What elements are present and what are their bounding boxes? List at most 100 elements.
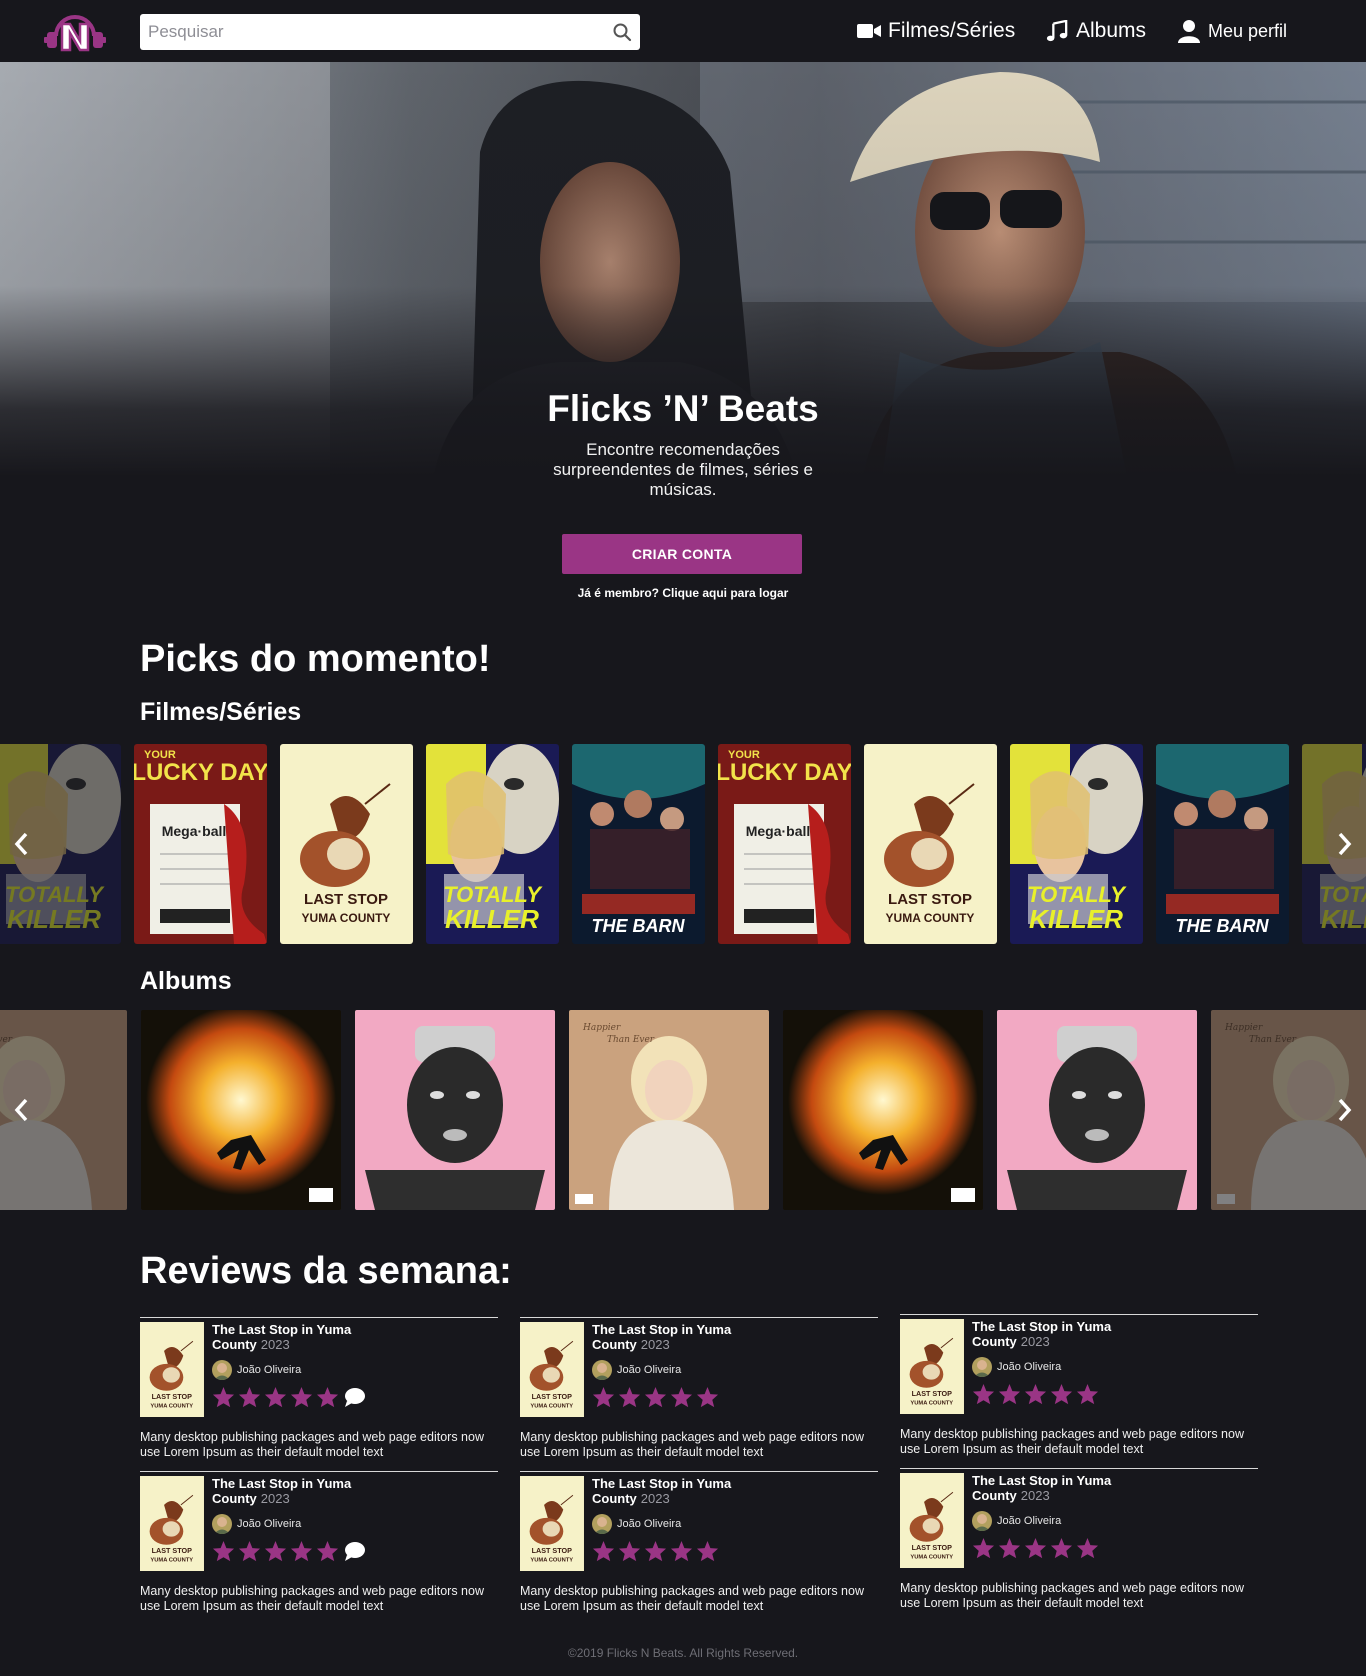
svg-text:YUMA COUNTY: YUMA COUNTY bbox=[150, 1404, 193, 1410]
star-icon bbox=[290, 1386, 313, 1408]
chevron-right-icon[interactable] bbox=[1330, 1090, 1360, 1130]
albums-section-title: Albums bbox=[140, 967, 232, 995]
review-username: João Oliveira bbox=[237, 1364, 302, 1376]
star-icon bbox=[290, 1540, 313, 1562]
chevron-right-icon[interactable] bbox=[1330, 824, 1360, 864]
svg-text:Mega·ball: Mega·ball bbox=[162, 823, 227, 839]
star-rating bbox=[212, 1386, 366, 1408]
review-year: 2023 bbox=[640, 1491, 670, 1506]
star-icon bbox=[1050, 1383, 1073, 1405]
review-poster[interactable]: LAST STOP YUMA COUNTY bbox=[900, 1473, 964, 1568]
review-user[interactable]: João Oliveira bbox=[972, 1511, 1061, 1531]
avatar[interactable] bbox=[212, 1360, 232, 1380]
review-card[interactable]: LAST STOP YUMA COUNTY The Last Stop in Yum… bbox=[520, 1317, 878, 1463]
star-rating bbox=[972, 1383, 1102, 1405]
review-title[interactable]: The Last Stop in Yuma County 2023 bbox=[592, 1476, 792, 1506]
svg-text:YUMA COUNTY: YUMA COUNTY bbox=[910, 1555, 953, 1561]
svg-text:LUCKY DAY: LUCKY DAY bbox=[718, 759, 851, 786]
review-user[interactable]: João Oliveira bbox=[212, 1360, 301, 1380]
svg-text:LAST STOP: LAST STOP bbox=[888, 891, 972, 908]
films-carousel: TOTALLY KILLER YOUR LUCKY DAY Mega·ball LAST … bbox=[0, 744, 1366, 944]
star-icon bbox=[644, 1386, 667, 1408]
film-poster[interactable]: THE BARN bbox=[1156, 744, 1289, 944]
svg-text:KILLER: KILLER bbox=[1029, 904, 1123, 934]
review-card[interactable]: LAST STOP YUMA COUNTY The Last Stop in Yum… bbox=[900, 1314, 1258, 1460]
star-icon bbox=[1076, 1383, 1099, 1405]
avatar[interactable] bbox=[592, 1514, 612, 1534]
review-title[interactable]: The Last Stop in Yuma County 2023 bbox=[212, 1322, 412, 1352]
nav-films-link[interactable]: Filmes/Séries bbox=[856, 16, 1015, 46]
search-input[interactable] bbox=[140, 14, 640, 50]
nav-profile-link[interactable]: Meu perfil bbox=[1176, 16, 1287, 46]
review-username: João Oliveira bbox=[997, 1515, 1062, 1527]
svg-text:YUMA COUNTY: YUMA COUNTY bbox=[530, 1558, 573, 1564]
film-poster[interactable]: THE BARN bbox=[572, 744, 705, 944]
review-user[interactable]: João Oliveira bbox=[972, 1357, 1061, 1377]
review-card[interactable]: LAST STOP YUMA COUNTY The Last Stop in Yum… bbox=[520, 1471, 878, 1617]
album-cover[interactable] bbox=[997, 1010, 1197, 1210]
avatar[interactable] bbox=[212, 1514, 232, 1534]
star-icon bbox=[972, 1537, 995, 1559]
review-poster[interactable]: LAST STOP YUMA COUNTY bbox=[140, 1322, 204, 1417]
albums-carousel: HappierThan EverHappierThan EverHappierT… bbox=[0, 1010, 1366, 1210]
chevron-left-icon[interactable] bbox=[6, 824, 36, 864]
review-user[interactable]: João Oliveira bbox=[592, 1360, 681, 1380]
star-icon bbox=[1076, 1537, 1099, 1559]
svg-text:LAST STOP: LAST STOP bbox=[532, 1392, 572, 1401]
review-title[interactable]: The Last Stop in Yuma County 2023 bbox=[592, 1322, 792, 1352]
avatar[interactable] bbox=[972, 1357, 992, 1377]
create-account-button[interactable]: CRIAR CONTA bbox=[562, 534, 802, 574]
search-icon[interactable] bbox=[612, 22, 632, 42]
svg-text:YUMA COUNTY: YUMA COUNTY bbox=[150, 1558, 193, 1564]
film-poster[interactable]: TOTALLYKILLER bbox=[1010, 744, 1143, 944]
album-cover[interactable]: Happier Than Ever bbox=[569, 1010, 769, 1210]
review-card[interactable]: LAST STOP YUMA COUNTY The Last Stop in Yum… bbox=[140, 1471, 498, 1617]
login-link[interactable]: Já é membro? Clique aqui para logar bbox=[0, 586, 1366, 600]
star-icon bbox=[670, 1540, 693, 1562]
star-icon bbox=[1024, 1537, 1047, 1559]
album-cover[interactable] bbox=[783, 1010, 983, 1210]
avatar[interactable] bbox=[592, 1360, 612, 1380]
review-title[interactable]: The Last Stop in Yuma County 2023 bbox=[212, 1476, 412, 1506]
hero-title: Flicks ’N’ Beats bbox=[547, 388, 819, 429]
star-icon bbox=[316, 1386, 339, 1408]
film-poster[interactable]: LAST STOP YUMA COUNTY bbox=[864, 744, 997, 944]
review-poster[interactable]: LAST STOP YUMA COUNTY bbox=[520, 1322, 584, 1417]
svg-text:Happier: Happier bbox=[1224, 1023, 1263, 1033]
star-icon bbox=[1050, 1537, 1073, 1559]
svg-text:Than Ever: Than Ever bbox=[1249, 1035, 1297, 1045]
review-user[interactable]: João Oliveira bbox=[592, 1514, 681, 1534]
svg-text:KILLER: KILLER bbox=[445, 904, 539, 934]
review-poster[interactable]: LAST STOP YUMA COUNTY bbox=[900, 1319, 964, 1414]
film-poster[interactable]: YOUR LUCKY DAY Mega·ball bbox=[718, 744, 851, 944]
film-poster[interactable]: TOTALLYKILLER bbox=[426, 744, 559, 944]
nav-albums-link[interactable]: Albums bbox=[1044, 16, 1146, 46]
user-icon bbox=[1176, 19, 1202, 43]
review-poster[interactable]: LAST STOP YUMA COUNTY bbox=[520, 1476, 584, 1571]
review-card[interactable]: LAST STOP YUMA COUNTY The Last Stop in Yum… bbox=[900, 1468, 1258, 1614]
comment-icon[interactable] bbox=[344, 1387, 366, 1407]
review-title[interactable]: The Last Stop in Yuma County 2023 bbox=[972, 1319, 1172, 1349]
reviews-title: Reviews da semana: bbox=[140, 1250, 512, 1292]
album-cover[interactable] bbox=[355, 1010, 555, 1210]
review-user[interactable]: João Oliveira bbox=[212, 1514, 301, 1534]
film-poster[interactable]: YOUR LUCKY DAY Mega·ball bbox=[134, 744, 267, 944]
film-poster[interactable]: LAST STOP YUMA COUNTY bbox=[280, 744, 413, 944]
review-title[interactable]: The Last Stop in Yuma County 2023 bbox=[972, 1473, 1172, 1503]
review-poster[interactable]: LAST STOP YUMA COUNTY bbox=[140, 1476, 204, 1571]
star-rating bbox=[972, 1537, 1102, 1559]
logo-icon[interactable] bbox=[44, 8, 106, 56]
svg-text:LAST STOP: LAST STOP bbox=[532, 1546, 572, 1555]
films-section-title: Filmes/Séries bbox=[140, 698, 302, 726]
avatar[interactable] bbox=[972, 1511, 992, 1531]
search-bar bbox=[140, 14, 640, 50]
star-icon bbox=[1024, 1383, 1047, 1405]
review-username: João Oliveira bbox=[617, 1364, 682, 1376]
star-icon bbox=[238, 1540, 261, 1562]
comment-icon[interactable] bbox=[344, 1541, 366, 1561]
star-icon bbox=[696, 1386, 719, 1408]
navbar: Filmes/Séries Albums Meu perfil bbox=[0, 0, 1366, 62]
review-card[interactable]: LAST STOP YUMA COUNTY The Last Stop in Yum… bbox=[140, 1317, 498, 1463]
album-cover[interactable] bbox=[141, 1010, 341, 1210]
chevron-left-icon[interactable] bbox=[6, 1090, 36, 1130]
